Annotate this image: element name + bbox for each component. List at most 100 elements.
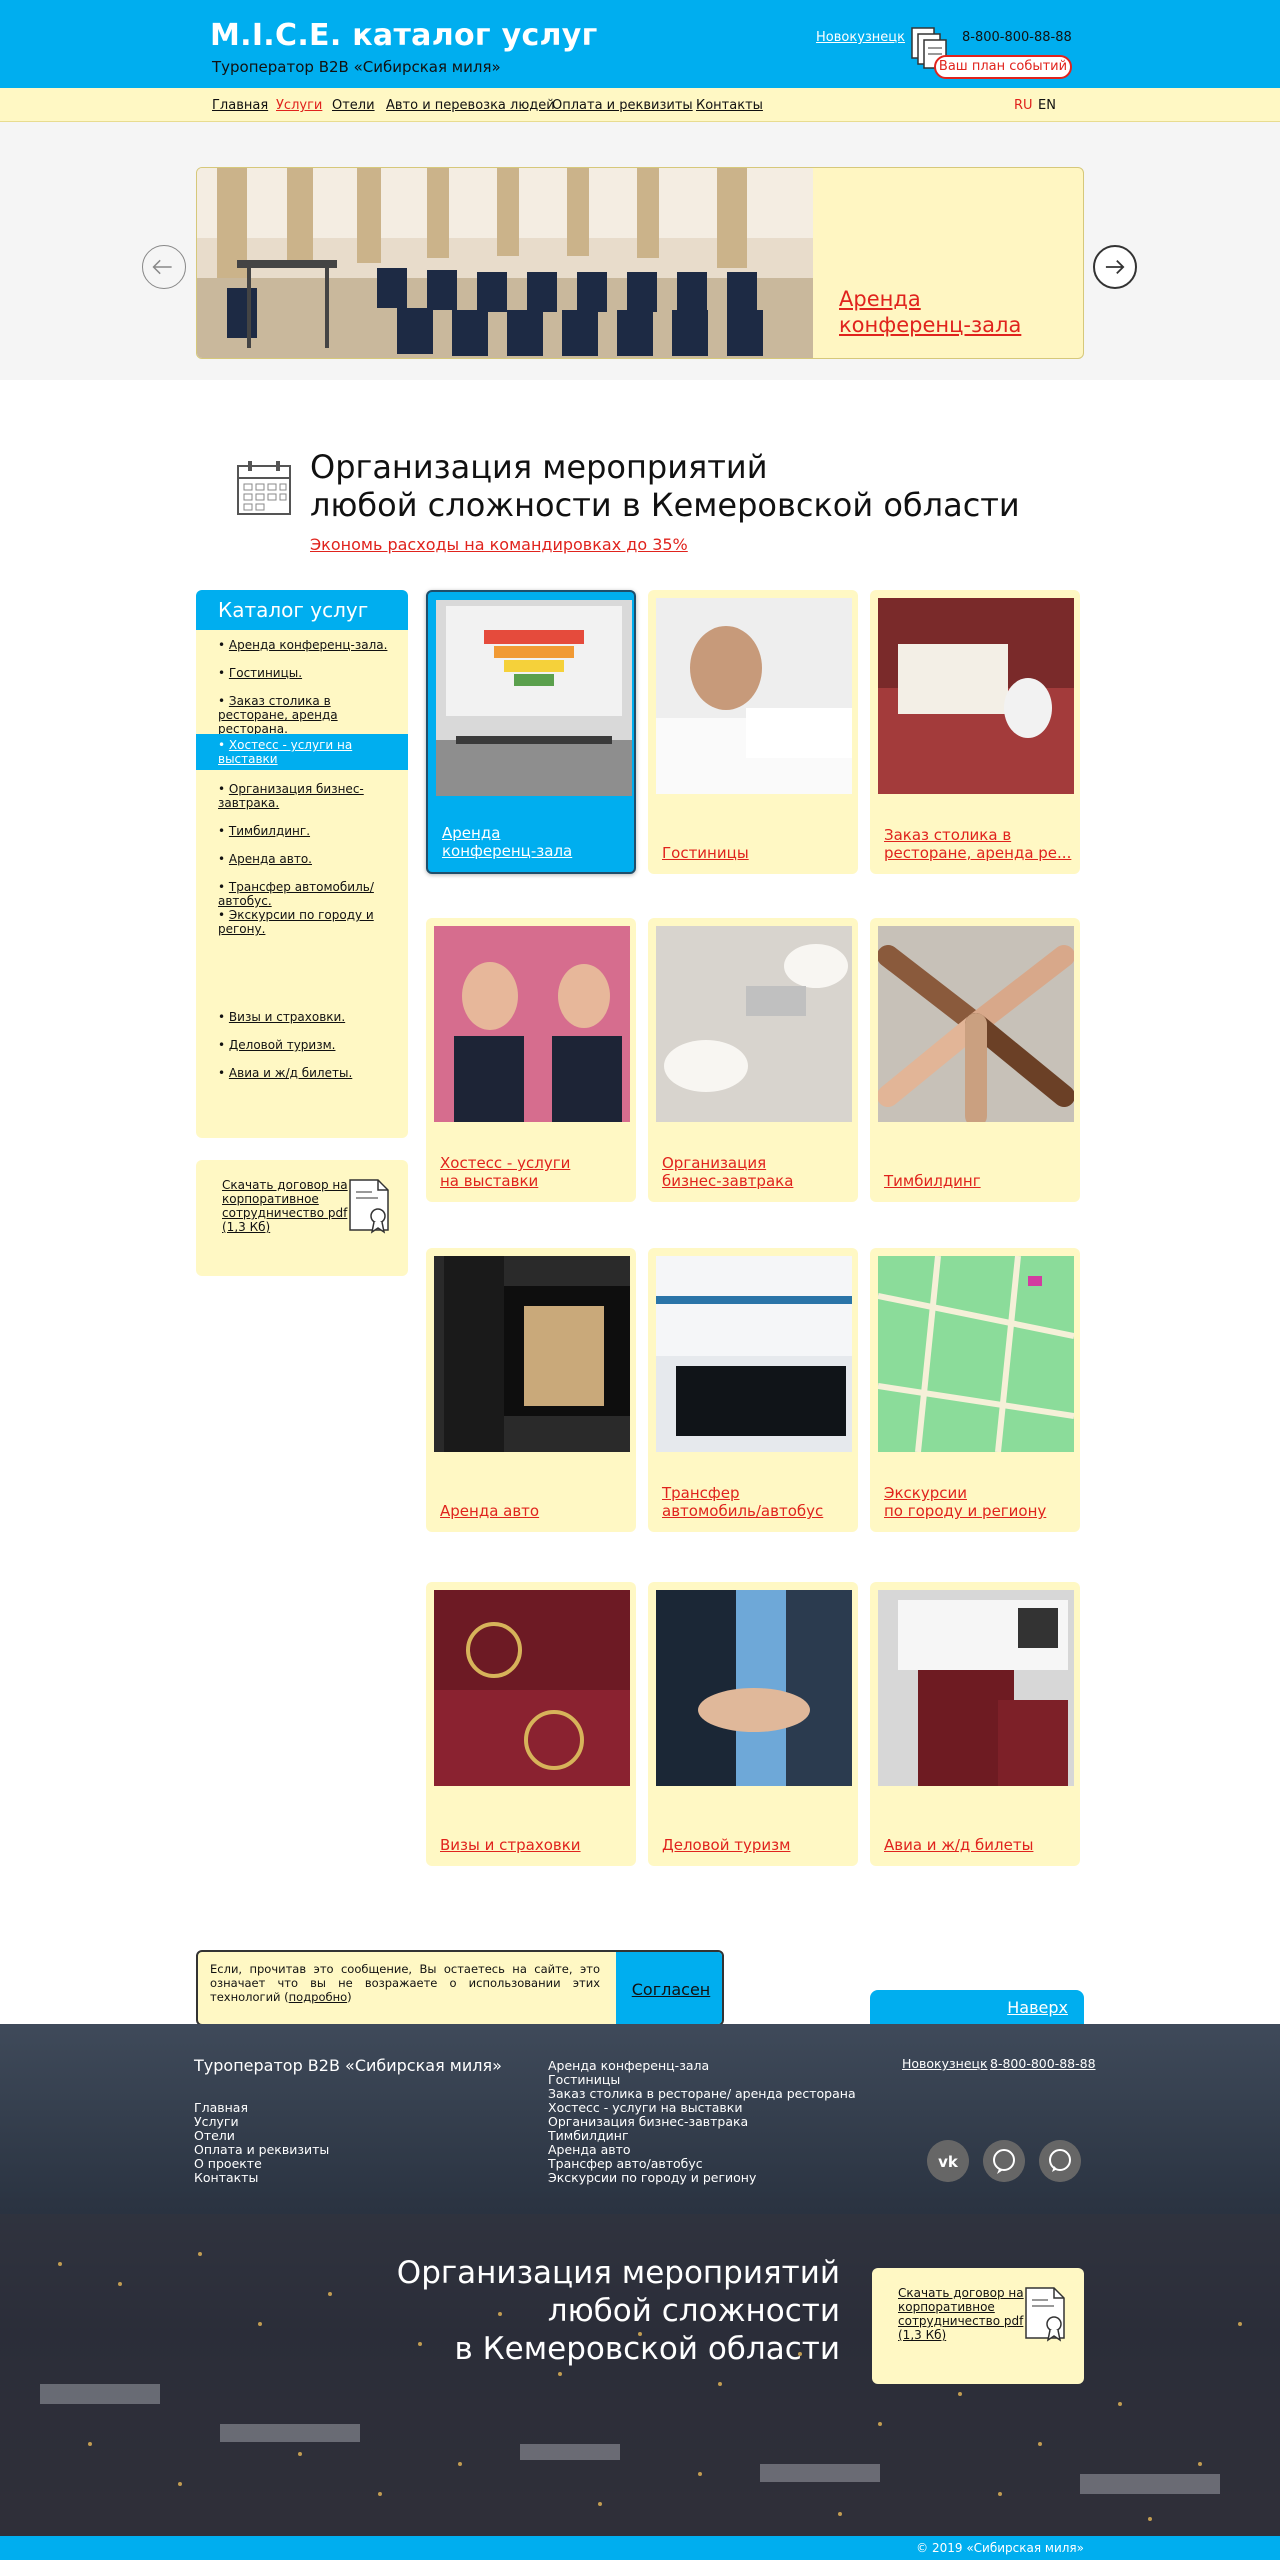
contract-download-link[interactable]: Скачать договор на корпоративное сотрудн… <box>222 1178 352 1234</box>
footer-service-item[interactable]: Трансфер авто/автобус <box>548 2156 703 2171</box>
slider-caption[interactable]: Аренда конференц-зала <box>839 286 1021 338</box>
footer-nav-about[interactable]: О проекте <box>194 2156 262 2171</box>
footer-nav-services[interactable]: Услуги <box>194 2114 239 2129</box>
footer-service-item[interactable]: Гостиницы <box>548 2072 620 2087</box>
scroll-to-top-button[interactable]: Наверх <box>870 1990 1084 2026</box>
lang-ru[interactable]: RU <box>1014 98 1033 113</box>
site-brand[interactable]: M.I.C.E. каталог услуг <box>210 18 598 53</box>
footer-service-item[interactable]: Хостесс - услуги на выставки <box>548 2100 742 2115</box>
slider[interactable]: Аренда конференц-зала <box>196 167 1084 359</box>
footer-service-item[interactable]: Организация бизнес-завтрака <box>548 2114 748 2129</box>
sidebar-item-label[interactable]: Аренда авто. <box>229 852 312 866</box>
sidebar-item-label[interactable]: Визы и страховки. <box>229 1010 345 1024</box>
service-card-teambuilding[interactable]: Тимбилдинг <box>870 918 1080 1202</box>
sidebar-item-teambuilding[interactable]: • Тимбилдинг. <box>218 824 398 838</box>
viber-icon[interactable] <box>983 2140 1025 2182</box>
service-card-restaurant[interactable]: Заказ столика в ресторане, аренда ре... <box>870 590 1080 874</box>
footer-nav-home[interactable]: Главная <box>194 2100 248 2115</box>
service-card-hostess[interactable]: Хостесс - услуги на выставки <box>426 918 636 1202</box>
service-card-tickets[interactable]: Авиа и ж/д билеты <box>870 1582 1080 1866</box>
footer-nav-hotels[interactable]: Отели <box>194 2128 235 2143</box>
footer-service-item[interactable]: Экскурсии по городу и региону <box>548 2170 756 2185</box>
city-selector[interactable]: Новокузнецк <box>816 30 905 45</box>
service-card-visas[interactable]: Визы и страховки <box>426 1582 636 1866</box>
nav-item-hotels[interactable]: Отели <box>332 98 375 113</box>
cookie-accept-button[interactable]: Согласен <box>616 1952 722 2024</box>
footer-service-item[interactable]: Аренда конференц-зала <box>548 2058 709 2073</box>
sidebar-item-conference[interactable]: • Аренда конференц-зала. <box>218 638 398 652</box>
footer-headline: Организация мероприятий любой сложности … <box>397 2254 840 2368</box>
sidebar-item-restaurant[interactable]: • Заказ столика в ресторане, аренда рест… <box>218 694 398 736</box>
nav-item-services[interactable]: Услуги <box>276 98 322 113</box>
header-phone[interactable]: 8-800-800-88-88 <box>962 30 1072 45</box>
slider-caption-line1[interactable]: Аренда <box>839 286 1021 312</box>
sidebar-item-breakfast[interactable]: • Организация бизнес-завтрака. <box>218 782 398 810</box>
footer-city[interactable]: Новокузнецк <box>902 2056 988 2071</box>
card-label[interactable]: Трансфер автомобиль/автобус <box>662 1484 852 1520</box>
sidebar-item-tickets[interactable]: • Авиа и ж/д билеты. <box>218 1066 398 1080</box>
sidebar-item-hotels[interactable]: • Гостиницы. <box>218 666 398 680</box>
card-label[interactable]: Тимбилдинг <box>884 1172 1074 1190</box>
sidebar-item-label[interactable]: Тимбилдинг. <box>229 824 310 838</box>
service-card-conference[interactable]: Аренда конференц-зала <box>426 590 636 874</box>
calendar-icon <box>237 461 291 515</box>
card-label[interactable]: Деловой туризм <box>662 1836 852 1854</box>
event-plan-button[interactable]: Ваш план событий <box>934 55 1072 79</box>
slider-caption-line2[interactable]: конференц-зала <box>839 312 1021 338</box>
card-label[interactable]: Аренда авто <box>440 1502 630 1520</box>
sidebar-item-label[interactable]: Трансфер автомобиль/автобус. <box>218 880 374 908</box>
sidebar-item-business-tourism[interactable]: • Деловой туризм. <box>218 1038 398 1052</box>
car-rental-photo <box>434 1256 630 1452</box>
sidebar-item-label[interactable]: Авиа и ж/д билеты. <box>229 1066 352 1080</box>
service-card-transfer[interactable]: Трансфер автомобиль/автобус <box>648 1248 858 1532</box>
site-header: M.I.C.E. каталог услуг Туроператор B2B «… <box>0 0 1280 88</box>
service-card-breakfast[interactable]: Организация бизнес-завтрака <box>648 918 858 1202</box>
card-label[interactable]: Заказ столика в ресторане, аренда ре... <box>884 826 1074 862</box>
nav-item-payment[interactable]: Оплата и реквизиты <box>552 98 693 113</box>
card-label[interactable]: Гостиницы <box>662 844 852 862</box>
footer-service-item[interactable]: Аренда авто <box>548 2142 631 2157</box>
savings-link[interactable]: Экономь расходы на командировках до 35% <box>310 535 688 554</box>
arrow-left-icon[interactable] <box>142 245 186 289</box>
card-label[interactable]: Авиа и ж/д билеты <box>884 1836 1074 1854</box>
footer-nav-contacts[interactable]: Контакты <box>194 2170 258 2185</box>
intro-title-line1: Организация мероприятий <box>310 448 768 486</box>
footer-contract-link[interactable]: Скачать договор на корпоративное сотрудн… <box>898 2286 1028 2342</box>
card-label[interactable]: Организация бизнес-завтрака <box>662 1154 852 1190</box>
nav-item-transport[interactable]: Авто и перевозка людей <box>386 98 555 113</box>
card-label[interactable]: Визы и страховки <box>440 1836 630 1854</box>
cookie-details-link[interactable]: подробно <box>289 1990 348 2004</box>
whatsapp-icon[interactable] <box>1039 2140 1081 2182</box>
arrow-right-icon[interactable] <box>1093 245 1137 289</box>
nav-item-home[interactable]: Главная <box>212 98 268 113</box>
sidebar-item-label[interactable]: Гостиницы. <box>229 666 302 680</box>
card-label[interactable]: Хостесс - услуги на выставки <box>440 1154 630 1190</box>
nav-item-contacts[interactable]: Контакты <box>696 98 763 113</box>
footer-contract-card[interactable]: Скачать договор на корпоративное сотрудн… <box>872 2268 1084 2384</box>
sidebar-item-transfer[interactable]: • Трансфер автомобиль/автобус. <box>218 880 398 908</box>
footer-service-item[interactable]: Заказ столика в ресторане/ аренда рестор… <box>548 2086 856 2101</box>
sidebar-item-label[interactable]: Хостесс - услуги на выставки <box>218 738 352 766</box>
card-label[interactable]: Аренда конференц-зала <box>442 824 632 860</box>
sidebar-item-hostess[interactable]: • Хостесс - услуги на выставки <box>196 734 408 770</box>
footer-service-item[interactable]: Тимбилдинг <box>548 2128 629 2143</box>
footer-headline-line2: любой сложности <box>547 2293 840 2329</box>
sidebar-item-label[interactable]: Аренда конференц-зала. <box>229 638 388 652</box>
sidebar-item-label[interactable]: Экскурсии по городу и регону. <box>218 908 374 936</box>
sidebar-item-visas[interactable]: • Визы и страховки. <box>218 1010 398 1024</box>
footer-nav-payment[interactable]: Оплата и реквизиты <box>194 2142 329 2157</box>
contract-download-card[interactable]: Скачать договор на корпоративное сотрудн… <box>196 1160 408 1276</box>
sidebar-item-label[interactable]: Деловой туризм. <box>229 1038 336 1052</box>
sidebar-item-label[interactable]: Заказ столика в ресторане, аренда рестор… <box>218 694 338 736</box>
lang-en[interactable]: EN <box>1038 98 1056 113</box>
vk-icon[interactable]: vk <box>927 2140 969 2182</box>
sidebar-item-label[interactable]: Организация бизнес-завтрака. <box>218 782 364 810</box>
service-card-car-rental[interactable]: Аренда авто <box>426 1248 636 1532</box>
service-card-excursions[interactable]: Экскурсии по городу и региону <box>870 1248 1080 1532</box>
sidebar-item-excursions[interactable]: • Экскурсии по городу и регону. <box>218 908 398 936</box>
card-label[interactable]: Экскурсии по городу и региону <box>884 1484 1074 1520</box>
service-card-hotels[interactable]: Гостиницы <box>648 590 858 874</box>
service-card-business-tourism[interactable]: Деловой туризм <box>648 1582 858 1866</box>
footer-phone[interactable]: 8-800-800-88-88 <box>990 2056 1096 2071</box>
sidebar-item-car-rental[interactable]: • Аренда авто. <box>218 852 398 866</box>
